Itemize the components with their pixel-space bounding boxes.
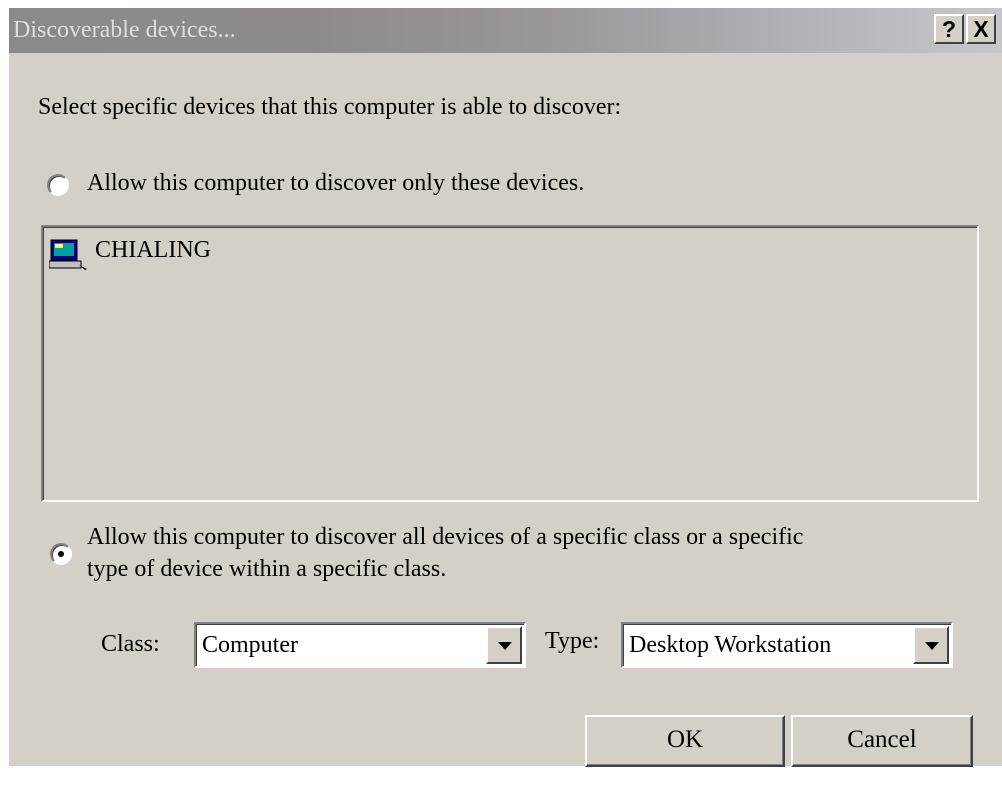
type-value: Desktop Workstation [629,632,832,658]
class-value: Computer [202,632,298,658]
discoverable-devices-dialog: Discoverable devices... ? X Select speci… [9,8,1002,767]
chevron-down-icon [925,642,939,650]
type-dropdown-button[interactable] [913,626,949,664]
type-label: Type: [545,628,600,654]
class-label: Class: [101,631,160,657]
type-dropdown[interactable]: Desktop Workstation [621,622,953,668]
ok-button[interactable]: OK [585,715,785,767]
help-button[interactable]: ? [934,14,964,44]
cancel-button[interactable]: Cancel [791,715,973,767]
instruction-text: Select specific devices that this comput… [38,94,622,120]
device-name: CHIALING [95,237,211,263]
device-listbox[interactable]: CHIALING [41,225,979,502]
radio-only-these-devices-label[interactable]: Allow this computer to discover only the… [87,170,584,197]
radio-only-these-devices[interactable] [47,174,69,196]
radio-class-devices-label-line1[interactable]: Allow this computer to discover all devi… [87,524,803,551]
computer-icon [49,239,87,270]
class-dropdown-button[interactable] [486,626,522,664]
radio-class-devices-label-line2[interactable]: type of device within a specific class. [87,556,446,583]
radio-selected-dot [58,551,64,557]
chevron-down-icon [498,642,512,650]
title-bar[interactable]: Discoverable devices... ? X [9,8,1002,53]
class-dropdown[interactable]: Computer [194,622,526,668]
close-button[interactable]: X [966,14,996,44]
window-title: Discoverable devices... [13,17,236,43]
radio-class-devices[interactable] [50,543,72,565]
